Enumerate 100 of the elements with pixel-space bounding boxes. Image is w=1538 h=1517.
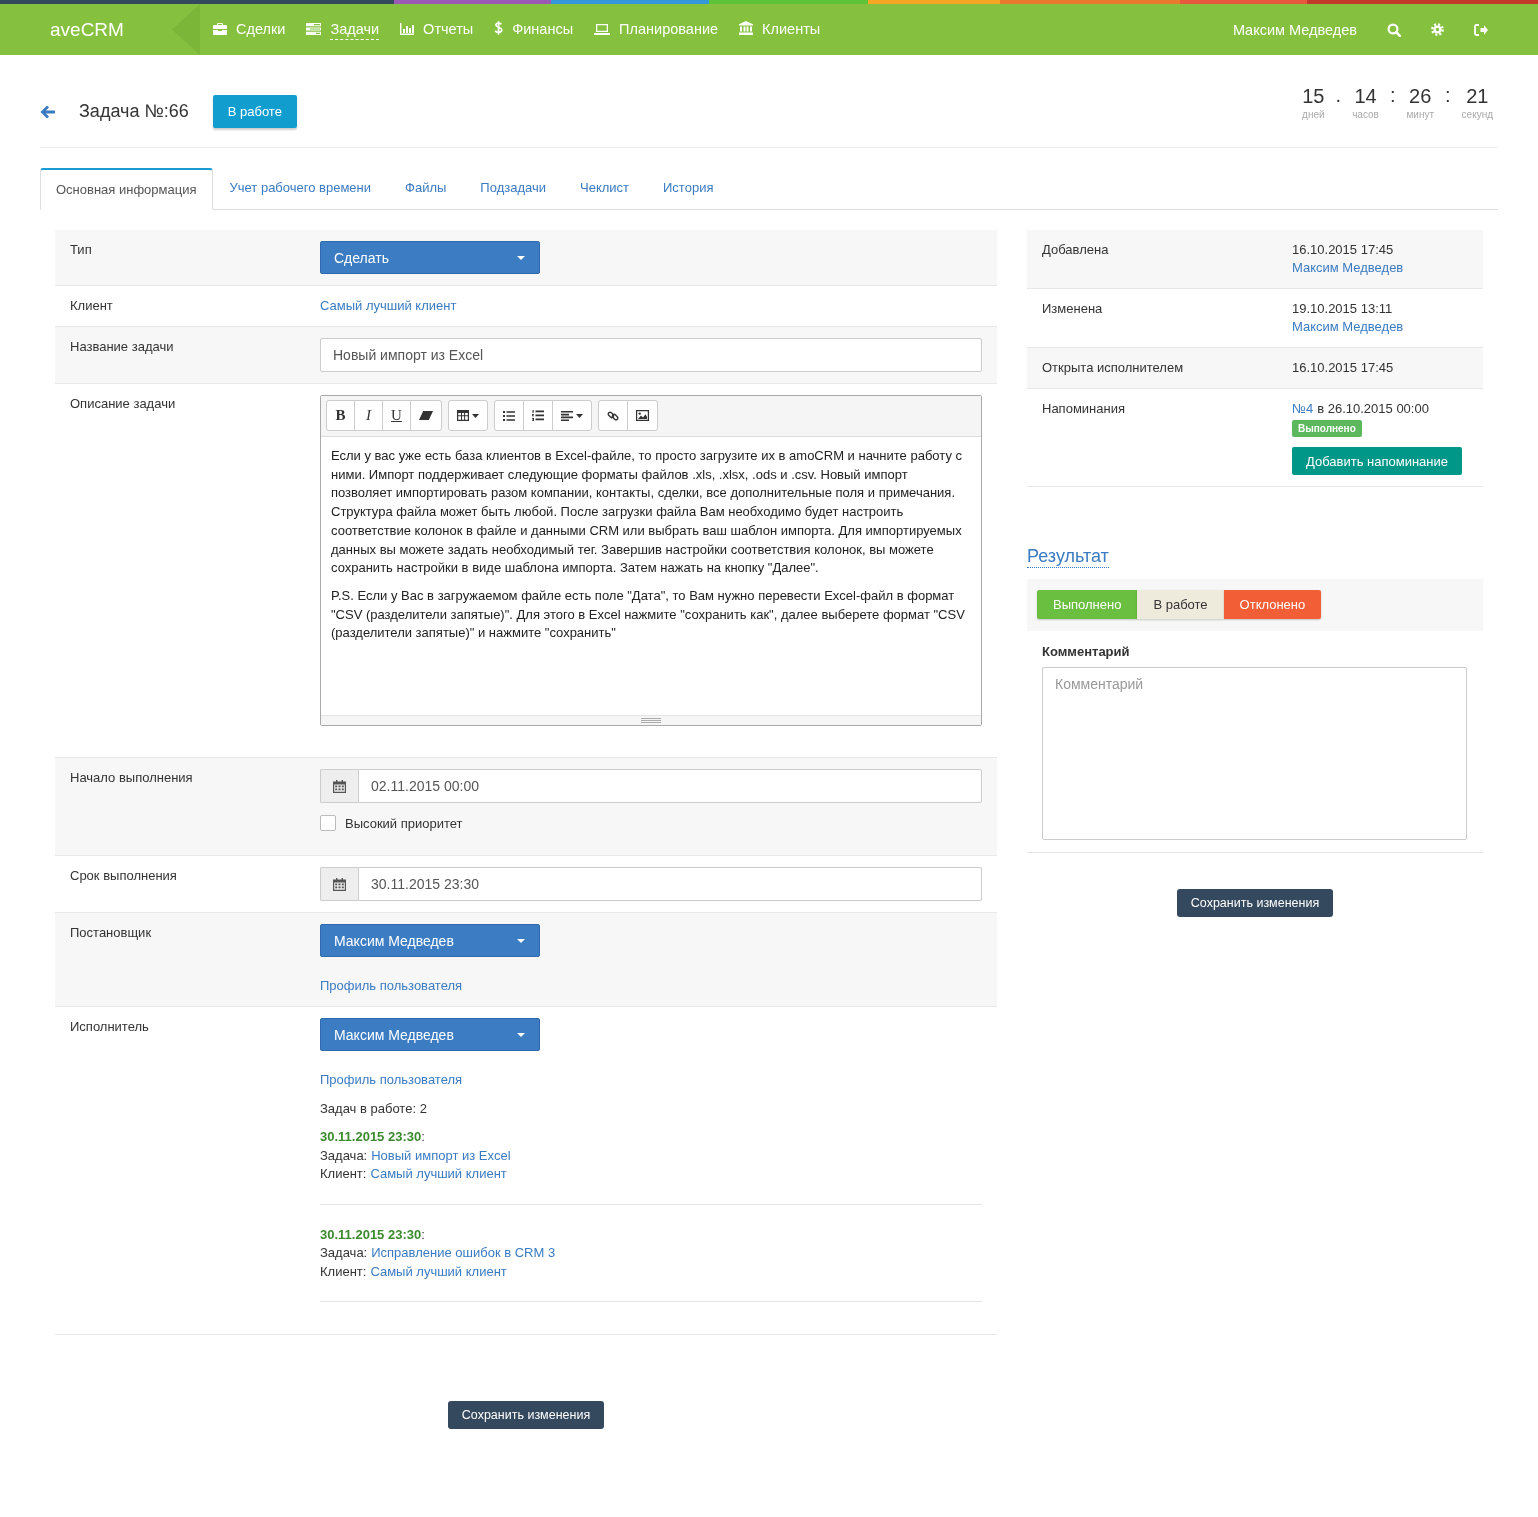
result-heading: Результат xyxy=(1027,545,1109,568)
image-button[interactable] xyxy=(627,400,658,431)
resize-grip-icon[interactable] xyxy=(641,718,661,723)
align-button[interactable] xyxy=(552,400,592,431)
task-title: Задача №:66 xyxy=(79,101,189,122)
type-dropdown[interactable]: Сделать xyxy=(320,241,540,274)
field-label: Название задачи xyxy=(70,338,175,356)
client-label: Клиент: xyxy=(320,1166,367,1181)
tab[interactable]: Основная информация xyxy=(40,168,213,210)
table-icon xyxy=(457,410,469,421)
date-input[interactable]: 02.11.2015 00:00 xyxy=(358,769,982,803)
detail-label: Изменена xyxy=(1042,300,1104,318)
status-button[interactable]: В работе xyxy=(212,95,297,128)
tab[interactable]: Учет рабочего времени xyxy=(212,168,389,209)
bar-chart-icon xyxy=(400,22,415,35)
underline-button[interactable]: U xyxy=(382,400,411,431)
detail-date: 16.10.2015 17:45 xyxy=(1292,241,1394,259)
detail-date: 16.10.2015 17:45 xyxy=(1292,359,1394,377)
add-reminder-button[interactable]: Добавить напоминание xyxy=(1292,447,1463,475)
caret-icon xyxy=(517,255,525,260)
list-icon xyxy=(306,22,322,35)
date-input[interactable]: 30.11.2015 23:30 xyxy=(358,867,982,901)
countdown-value: 15 xyxy=(1302,84,1325,108)
user-link[interactable]: Максим Медведев xyxy=(1292,318,1404,336)
bullet-list-button[interactable] xyxy=(494,400,524,431)
italic-button[interactable]: I xyxy=(354,400,383,431)
numbered-list-button[interactable] xyxy=(523,400,553,431)
calendar-icon xyxy=(333,779,346,793)
countdown-unit: секунд xyxy=(1461,108,1493,122)
detail-label: Открыта исполнителем xyxy=(1042,359,1185,377)
client-link[interactable]: Самый лучший клиент xyxy=(370,1263,507,1279)
countdown-separator: . xyxy=(1335,84,1342,106)
workload-text: Задач в работе: 2 xyxy=(320,1100,427,1118)
tab[interactable]: Подзадачи xyxy=(463,168,563,209)
detail-date: 19.10.2015 13:11 xyxy=(1292,300,1393,318)
detail-label: Напоминания xyxy=(1042,400,1126,418)
client-link[interactable]: Самый лучший клиент xyxy=(370,1166,507,1181)
description-paragraph: P.S. Если у Вас в загружаемом файле есть поле "Дата", то Вам нужно перевести Excel-файл в формат "CSV (разделители запятые)". Для этого в Excel нажмите "сохранить как", далее выберете формат "CSV (разделители запятые)" и нажмите "сохранить" xyxy=(331,586,966,643)
countdown-separator: : xyxy=(1445,84,1451,106)
field-label: Тип xyxy=(70,241,93,259)
countdown-value: 21 xyxy=(1466,84,1489,108)
countdown-value: 26 xyxy=(1409,84,1432,108)
task-label: Задача: xyxy=(320,1245,368,1260)
result-option-button[interactable]: В работе xyxy=(1137,590,1224,619)
tab[interactable]: Чеклист xyxy=(563,168,646,209)
calendar-button[interactable] xyxy=(320,867,358,901)
description-paragraph: Если у вас уже есть база клиентов в Excel-файле, то просто загрузите их в amoCRM и начните работу с ними. Импорт поддерживает следующие форматы файлов .xls, .xlsx, .ods и .csv. Новый импорт позволяет импортировать разом компании, контакты, сделки, все дополнительные поля и примечания. Структура файла может быть любой. После загрузки файла Вам необходимо будет настроить соответствие колонок в файле и данными CRM или выбрать ваш шаблон импорта. Для импортируемых данных вы можете задать необходимый тег. Завершив настройки соответствия колонок, вы можете сохранить настройки в виде шаблона импорта. Затем нажать на кнопку "Далее". xyxy=(331,447,963,578)
status-badge: Выполнено xyxy=(1292,420,1362,437)
user-link[interactable]: Максим Медведев xyxy=(1292,259,1404,277)
picture-icon xyxy=(636,410,649,421)
countdown-unit: минут xyxy=(1406,108,1435,122)
caret-icon xyxy=(576,413,583,418)
bullet-list-icon xyxy=(503,410,515,421)
client-label: Клиент: xyxy=(320,1263,367,1279)
align-left-icon xyxy=(561,410,573,421)
caret-icon xyxy=(517,938,525,943)
detail-label: Добавлена xyxy=(1042,241,1110,259)
dollar-icon xyxy=(494,20,504,35)
calendar-button[interactable] xyxy=(320,769,358,803)
reminder-link[interactable]: №4 xyxy=(1292,401,1314,416)
calendar-icon xyxy=(333,877,346,891)
task-label: Задача: xyxy=(320,1147,368,1163)
task-name-input[interactable]: Новый импорт из Excel xyxy=(320,338,982,372)
task-due-date: 30.11.2015 23:30: xyxy=(320,1225,426,1244)
client-link[interactable]: Самый лучший клиент xyxy=(320,297,457,315)
user-dropdown[interactable]: Максим Медведев xyxy=(320,1018,540,1051)
laptop-icon xyxy=(594,23,611,35)
task-due-date: 30.11.2015 23:30: xyxy=(320,1128,426,1146)
field-label: Клиент xyxy=(70,297,114,315)
link-button[interactable] xyxy=(598,400,628,431)
countdown-separator: : xyxy=(1389,84,1396,106)
numbered-list-icon xyxy=(532,410,544,421)
columns-building-icon xyxy=(739,20,754,35)
profile-link[interactable]: Профиль пользователя xyxy=(320,1071,463,1089)
save-changes-button[interactable]: Сохранить изменения xyxy=(1176,889,1334,917)
field-label: Описание задачи xyxy=(70,395,177,413)
countdown-unit: часов xyxy=(1352,108,1379,122)
result-option-button[interactable]: Отклонено xyxy=(1223,590,1322,619)
field-label: Срок выполнения xyxy=(70,867,178,885)
tab[interactable]: Файлы xyxy=(388,168,464,209)
comment-field[interactable]: Комментарий xyxy=(1042,667,1467,840)
bold-button[interactable]: B xyxy=(326,400,355,431)
field-label: Начало выполнения xyxy=(70,769,194,787)
profile-link[interactable]: Профиль пользователя xyxy=(320,977,463,995)
task-link[interactable]: Исправление ошибок в CRM 3 xyxy=(371,1245,556,1260)
clear-format-button[interactable] xyxy=(410,400,442,431)
eraser-icon xyxy=(419,411,433,420)
save-changes-button[interactable]: Сохранить изменения xyxy=(447,1401,605,1429)
field-label: Исполнитель xyxy=(70,1018,150,1036)
checkbox[interactable] xyxy=(320,815,336,831)
user-dropdown[interactable]: Максим Медведев xyxy=(320,924,540,957)
briefcase-icon xyxy=(213,22,227,35)
task-link[interactable]: Новый импорт из Excel xyxy=(371,1147,511,1163)
checkbox-label: Высокий приоритет xyxy=(345,815,463,831)
table-button[interactable] xyxy=(448,400,488,431)
back-arrow-icon[interactable] xyxy=(40,104,55,119)
field-label: Постановщик xyxy=(70,924,153,942)
tab[interactable]: История xyxy=(646,168,731,209)
countdown-unit: дней xyxy=(1302,108,1325,122)
comment-label: Комментарий xyxy=(1042,643,1131,661)
